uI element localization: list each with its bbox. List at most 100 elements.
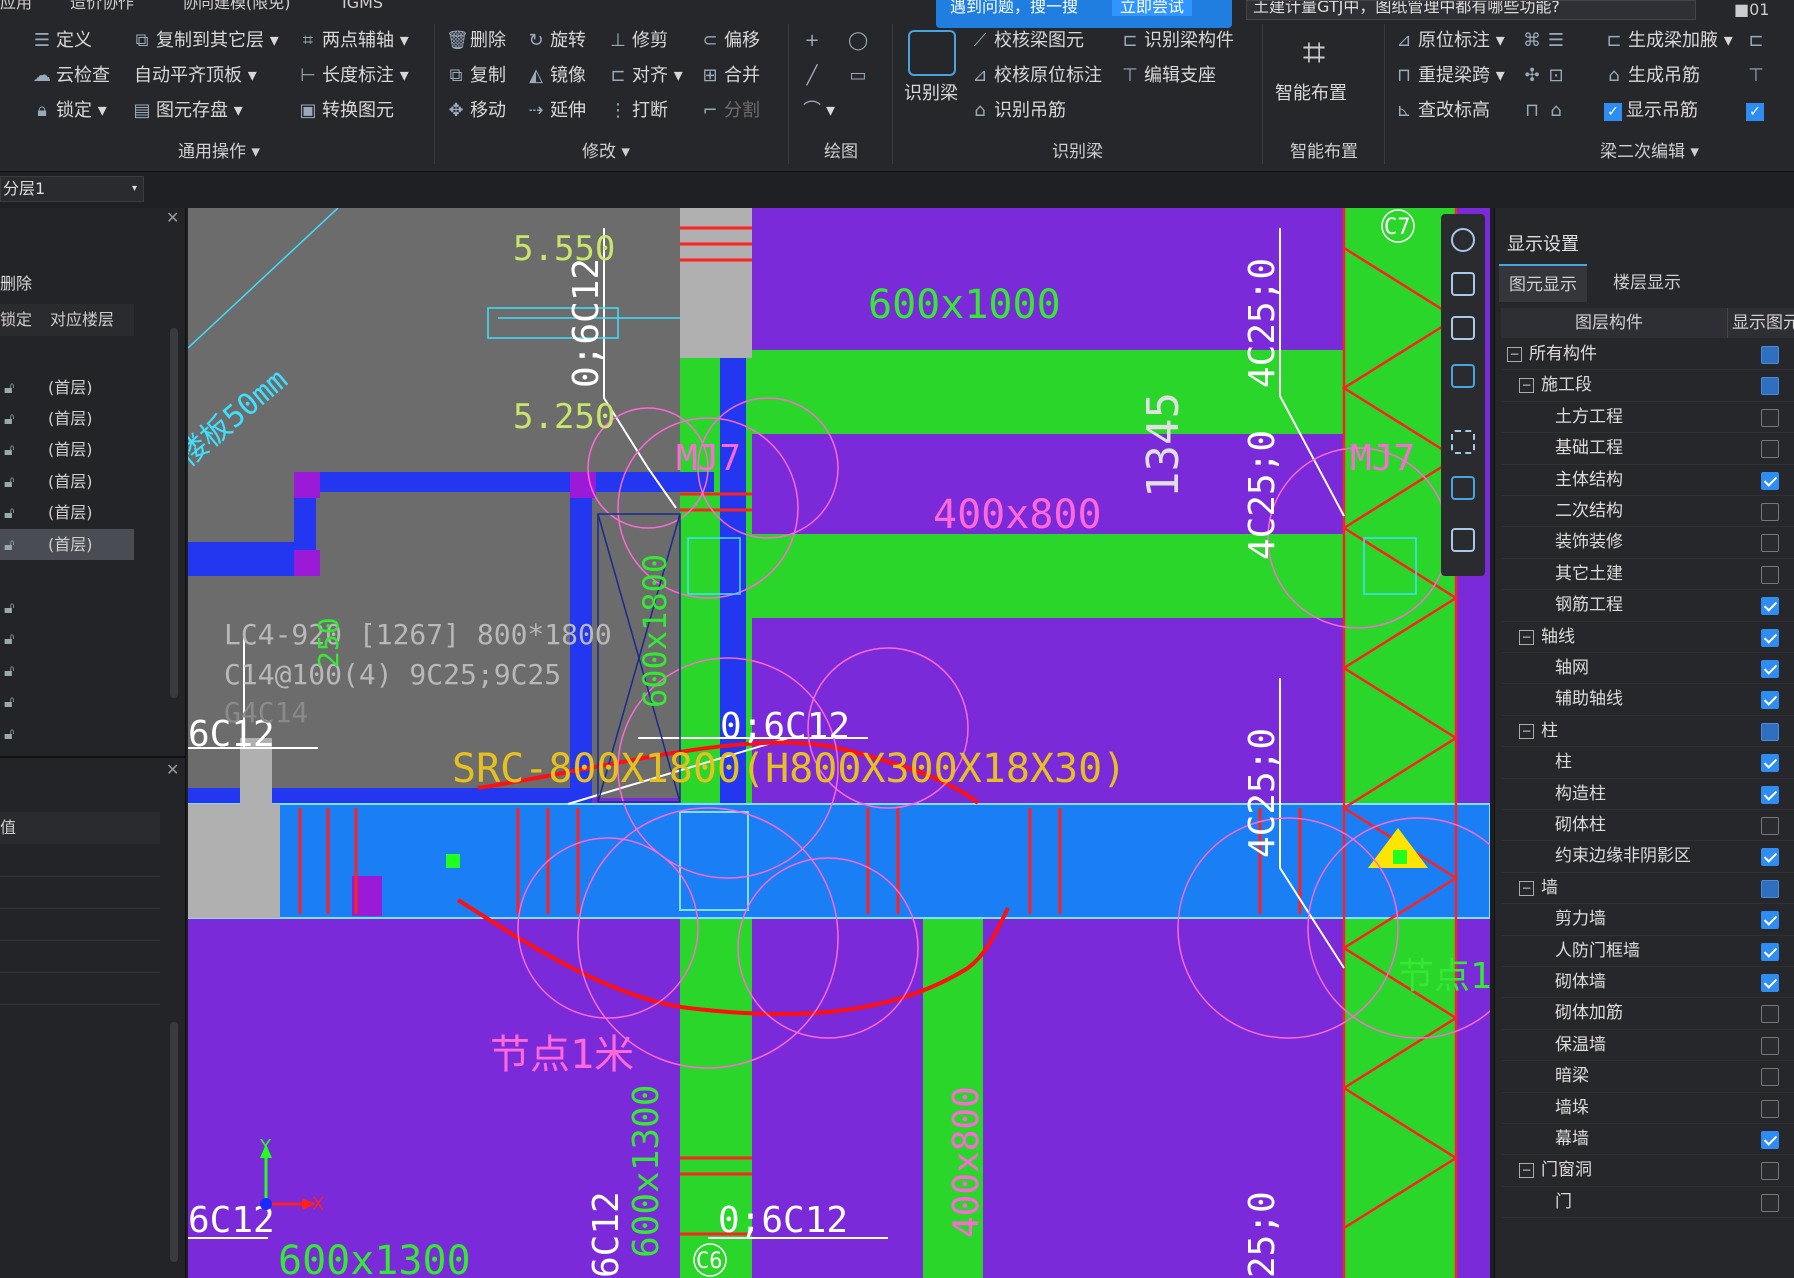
layer-tree-row[interactable]: 装饰装修: [1501, 527, 1794, 559]
tool-e-button[interactable]: ⊓ ⌂: [1522, 97, 1570, 125]
two-point-axis-button[interactable]: ⌗ 两点辅轴 ▾: [298, 27, 409, 55]
show-checkbox[interactable]: [1761, 597, 1779, 616]
move-button[interactable]: ✥ 移动: [446, 97, 506, 125]
show-hanger-toggle[interactable]: ✓ 显示吊筋: [1604, 97, 1698, 125]
lock-icon[interactable]: 🔓︎: [4, 623, 14, 654]
group-beam2[interactable]: 梁二次编辑 ▾: [1600, 137, 1699, 162]
lock-icon[interactable]: 🔓︎: [4, 434, 14, 465]
properties-icon[interactable]: [1451, 528, 1475, 552]
layer-tree-row[interactable]: 约束边缘非阴影区: [1501, 841, 1794, 873]
layer-tree-row[interactable]: 辅助轴线: [1501, 684, 1794, 716]
show-checkbox[interactable]: [1761, 722, 1779, 741]
lock-icon[interactable]: 🔓︎: [4, 592, 14, 623]
layer-tree-row[interactable]: 基础工程: [1501, 433, 1794, 465]
layer-row[interactable]: 🔓︎: [0, 623, 134, 654]
view-top-icon[interactable]: [1451, 364, 1475, 388]
arc-draw-button[interactable]: ◯: [848, 27, 872, 55]
layer-tree-row[interactable]: 二次结构: [1501, 496, 1794, 528]
layer-tree-row[interactable]: − 门窗洞: [1501, 1155, 1794, 1187]
show-checkbox[interactable]: [1761, 1131, 1779, 1149]
layer-row[interactable]: 🔓︎ (首层): [0, 372, 134, 403]
layer-row[interactable]: 🔓︎ (首层): [0, 466, 134, 497]
view-3d-icon[interactable]: [1451, 272, 1475, 296]
select-box-icon[interactable]: [1451, 476, 1475, 500]
show-checkbox[interactable]: [1761, 1005, 1779, 1024]
convert-element-button[interactable]: ▣ 转换图元: [298, 97, 394, 125]
lock-icon[interactable]: 🔓︎: [4, 403, 14, 434]
show-checkbox[interactable]: [1761, 911, 1779, 930]
menu-app[interactable]: 应用: [0, 0, 32, 11]
layer-tree-row[interactable]: 主体结构: [1501, 465, 1794, 496]
layer-tree-row[interactable]: − 柱: [1501, 716, 1794, 748]
relift-button[interactable]: ⊓ 重提梁跨 ▾: [1394, 62, 1505, 90]
menu-cobuild[interactable]: 协同建模(限免): [182, 0, 291, 11]
show-checkbox[interactable]: [1761, 440, 1779, 459]
layer-tree-row[interactable]: 构造柱: [1501, 779, 1794, 810]
auto-flush-slab-button[interactable]: 自动平齐顶板 ▾: [134, 62, 257, 90]
collapse-icon[interactable]: −: [1519, 378, 1534, 394]
smart-layout-button[interactable]: 智能布置: [1275, 80, 1347, 108]
layer-tree-row[interactable]: 幕墙: [1501, 1124, 1794, 1156]
lock-icon[interactable]: 🔓︎: [4, 372, 14, 403]
show-checkbox[interactable]: [1761, 942, 1779, 961]
identify-member-button[interactable]: ⊏ 识别梁构件: [1120, 27, 1234, 55]
show-checkbox[interactable]: [1761, 879, 1779, 898]
layer-tree-row[interactable]: − 所有构件: [1501, 339, 1794, 371]
tool-a-button[interactable]: ⌘ ☰: [1522, 27, 1570, 55]
menu-collab[interactable]: 造价协作: [70, 0, 134, 11]
show-checkbox[interactable]: [1761, 408, 1779, 427]
line-draw-button[interactable]: ╱: [802, 62, 826, 90]
collapse-icon[interactable]: −: [1519, 629, 1534, 645]
length-mark-button[interactable]: ⊢ 长度标注 ▾: [298, 62, 409, 90]
lock-icon[interactable]: 🔓︎: [4, 529, 14, 560]
delete-layer-button[interactable]: 删除: [0, 270, 32, 294]
copy-button[interactable]: ⧉ 复制: [446, 62, 506, 90]
floor-select[interactable]: 分层1 ▾: [0, 176, 144, 202]
selected-beam[interactable]: [188, 803, 1490, 919]
identify-hanger-button[interactable]: ⌂ 识别吊筋: [970, 97, 1066, 125]
show-checkbox[interactable]: [1761, 471, 1779, 490]
collapse-icon[interactable]: −: [1519, 1163, 1534, 1179]
show-checkbox[interactable]: [1761, 785, 1779, 804]
show-checkbox[interactable]: [1761, 1068, 1779, 1087]
layer-tree-row[interactable]: 剪力墙: [1501, 904, 1794, 936]
show-checkbox[interactable]: [1761, 691, 1779, 710]
layer-tree-row[interactable]: 柱: [1501, 747, 1794, 779]
original-mark-button[interactable]: ⊿ 原位标注 ▾: [1394, 27, 1504, 55]
mirror-button[interactable]: ◭ 镜像: [526, 62, 586, 90]
check-beam-button[interactable]: ⟋ 校核梁图元: [970, 27, 1084, 55]
check-height-button[interactable]: ⊾ 查改标高: [1394, 97, 1490, 125]
layer-row[interactable]: 🔓︎: [0, 592, 134, 623]
align-button[interactable]: ⊏ 对齐 ▾: [608, 62, 682, 90]
identify-beam-button[interactable]: 识别梁: [904, 80, 958, 108]
layer-tree-row[interactable]: 人防门框墙: [1501, 936, 1794, 967]
layer-row[interactable]: 🔓︎ (首层): [0, 497, 134, 528]
collapse-icon[interactable]: −: [1519, 723, 1534, 739]
identify-beam-icon[interactable]: [908, 30, 956, 76]
show-checkbox[interactable]: [1761, 1036, 1779, 1055]
show-checkbox[interactable]: [1761, 346, 1779, 364]
layer-tree-row[interactable]: 轴网: [1501, 653, 1794, 685]
orbit-icon[interactable]: [1451, 228, 1475, 252]
edit-support-button[interactable]: ⊤ 编辑支座: [1120, 62, 1216, 90]
scrollbar[interactable]: [170, 328, 178, 698]
layer-tree-row[interactable]: − 施工段: [1501, 370, 1794, 402]
lock-icon[interactable]: 🔓︎: [4, 655, 14, 686]
show-checkbox[interactable]: [1761, 534, 1779, 553]
layer-row[interactable]: 🔓︎ (首层): [0, 403, 134, 434]
break-button[interactable]: ⋮ 打断: [608, 97, 668, 125]
layer-tree-row[interactable]: 土方工程: [1501, 402, 1794, 434]
zoom-extents-icon[interactable]: [1451, 430, 1475, 454]
show-checkbox[interactable]: [1761, 628, 1779, 647]
tab-floor-display[interactable]: 楼层显示: [1603, 264, 1691, 302]
layer-tree-row[interactable]: 保温墙: [1501, 1030, 1794, 1062]
layer-tree-row[interactable]: − 墙: [1501, 873, 1794, 905]
layer-tree-row[interactable]: 暗梁: [1501, 1061, 1794, 1093]
view-cube-icon[interactable]: [1451, 316, 1475, 340]
lock-icon[interactable]: 🔓︎: [4, 718, 14, 749]
lock-icon[interactable]: 🔓︎: [4, 686, 14, 717]
copy-to-layer-button[interactable]: ⧉ 复制到其它层 ▾: [132, 27, 279, 55]
layer-tree-row[interactable]: 砌体加筋: [1501, 998, 1794, 1030]
group-modify[interactable]: 修改 ▾: [582, 137, 630, 162]
rotate-button[interactable]: ↻ 旋转: [526, 27, 586, 55]
